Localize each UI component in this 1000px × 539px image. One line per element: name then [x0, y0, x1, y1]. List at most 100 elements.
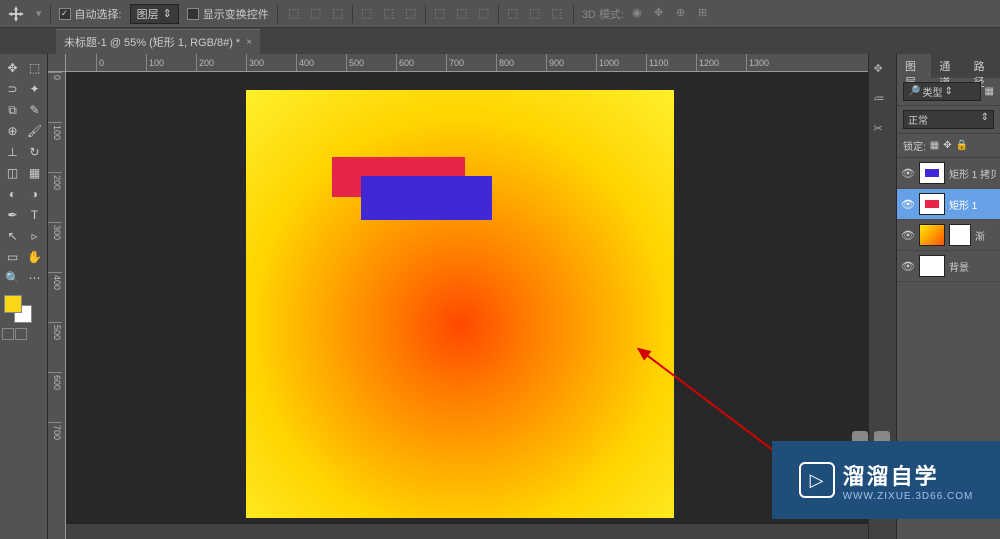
- color-picker[interactable]: [4, 295, 32, 323]
- hand-tool[interactable]: ✋: [24, 247, 45, 267]
- distribute-right-icon[interactable]: ⬚: [549, 5, 565, 21]
- stamp-tool[interactable]: ⊥: [2, 142, 23, 162]
- align-top-icon[interactable]: ⬚: [286, 5, 302, 21]
- direct-select-tool[interactable]: ▹: [24, 226, 45, 246]
- blur-tool[interactable]: ◐: [2, 184, 23, 204]
- move-tool[interactable]: ✥: [2, 58, 23, 78]
- auto-select-target-dropdown[interactable]: 图层 ⇕: [130, 4, 179, 24]
- align-left-icon[interactable]: ⬚: [359, 5, 375, 21]
- pen-tool[interactable]: ✒: [2, 205, 23, 225]
- visibility-toggle-icon[interactable]: 👁: [901, 167, 915, 180]
- show-transform-checkbox[interactable]: 显示变换控件: [187, 6, 269, 22]
- tab-layers[interactable]: 图层: [897, 54, 931, 78]
- 3d-orbit-icon[interactable]: ◉: [632, 6, 648, 22]
- adjustments-panel-icon[interactable]: ✂: [874, 122, 892, 140]
- visibility-toggle-icon[interactable]: 👁: [901, 198, 915, 211]
- horizontal-scrollbar[interactable]: [66, 523, 868, 539]
- layer-name[interactable]: 矩形 1 拷贝: [949, 166, 996, 181]
- blend-mode-dropdown[interactable]: 正常 ⇕: [903, 110, 994, 129]
- blue-rectangle[interactable]: [361, 176, 492, 220]
- auto-select-checkbox[interactable]: ✓ 自动选择:: [59, 6, 122, 22]
- type-tool[interactable]: T: [24, 205, 45, 225]
- tab-paths[interactable]: 路径: [966, 54, 1000, 78]
- tab-channels[interactable]: 通道: [931, 54, 965, 78]
- filter-pixel-icon[interactable]: ▦: [985, 86, 994, 97]
- edit-toolbar[interactable]: ⋯: [24, 268, 45, 288]
- layer-item[interactable]: 👁 渐: [897, 220, 1000, 251]
- eyedropper-tool[interactable]: ✎: [24, 100, 45, 120]
- layer-name[interactable]: 渐: [975, 228, 985, 243]
- ruler-tick: 700: [446, 54, 496, 71]
- ruler-tick: 0: [48, 72, 62, 122]
- layer-thumbnail[interactable]: [919, 224, 945, 246]
- horizontal-ruler[interactable]: 0100200300400500600700800900100011001200…: [66, 54, 868, 72]
- gradient-tool[interactable]: ▦: [24, 163, 45, 183]
- distribute-vcenter-icon[interactable]: ⬚: [454, 5, 470, 21]
- document-tab[interactable]: 未标题-1 @ 55% (矩形 1, RGB/8#) * ×: [56, 29, 260, 54]
- ruler-tick: 300: [246, 54, 296, 71]
- layer-name[interactable]: 背景: [949, 259, 969, 274]
- show-transform-label: 显示变换控件: [203, 6, 269, 22]
- document-tab-bar: 未标题-1 @ 55% (矩形 1, RGB/8#) * ×: [0, 28, 1000, 54]
- close-icon[interactable]: ×: [246, 37, 252, 48]
- watermark-title: 溜溜自学: [843, 459, 974, 491]
- lock-row: 锁定: ▦ ✥ 🔒: [897, 134, 1000, 158]
- vertical-ruler[interactable]: 0100200300400500600700: [48, 72, 66, 539]
- history-brush-tool[interactable]: ↻: [24, 142, 45, 162]
- layer-filter-dropdown[interactable]: 🔎 类型 ⇕: [903, 82, 981, 101]
- quickmask-icon[interactable]: [2, 328, 14, 340]
- three-d-mode-label: 3D 模式:: [582, 6, 624, 22]
- layer-name[interactable]: 矩形 1: [949, 197, 977, 212]
- ruler-tick: 900: [546, 54, 596, 71]
- dodge-tool[interactable]: ◑: [24, 184, 45, 204]
- align-right-icon[interactable]: ⬚: [403, 5, 419, 21]
- layer-item[interactable]: 👁 背景: [897, 251, 1000, 282]
- layer-thumbnail[interactable]: [919, 162, 945, 184]
- ruler-tick: 0: [96, 54, 146, 71]
- properties-panel-icon[interactable]: ≔: [874, 92, 892, 110]
- search-icon: 🔎: [908, 86, 920, 97]
- document-canvas[interactable]: [246, 90, 674, 518]
- visibility-toggle-icon[interactable]: 👁: [901, 229, 915, 242]
- ruler-tick: 1200: [696, 54, 746, 71]
- zoom-tool[interactable]: 🔍: [2, 268, 23, 288]
- layer-item[interactable]: 👁 矩形 1: [897, 189, 1000, 220]
- layer-item[interactable]: 👁 矩形 1 拷贝: [897, 158, 1000, 189]
- watermark-logo-icon: ▷: [799, 462, 835, 498]
- screenmode-icon[interactable]: [15, 328, 27, 340]
- distribute-bottom-icon[interactable]: ⬚: [476, 5, 492, 21]
- distribute-hcenter-icon[interactable]: ⬚: [527, 5, 543, 21]
- lock-all-icon[interactable]: 🔒: [956, 140, 968, 151]
- lock-position-icon[interactable]: ✥: [943, 140, 951, 151]
- visibility-toggle-icon[interactable]: 👁: [901, 260, 915, 273]
- toolbox: ✥ ⬚ ⊃ ✦ ⧉ ✎ ⊕ 🖌 ⊥ ↻ ◫ ▦ ◐ ◑ ✒ T: [0, 54, 48, 539]
- marquee-tool[interactable]: ⬚: [24, 58, 45, 78]
- dropdown-caret-icon: ⇕: [163, 7, 172, 20]
- path-select-tool[interactable]: ↖: [2, 226, 23, 246]
- layer-thumbnail[interactable]: [919, 193, 945, 215]
- distribute-top-icon[interactable]: ⬚: [432, 5, 448, 21]
- shape-tool[interactable]: ▭: [2, 247, 23, 267]
- align-vcenter-icon[interactable]: ⬚: [308, 5, 324, 21]
- magic-wand-tool[interactable]: ✦: [24, 79, 45, 99]
- align-hcenter-icon[interactable]: ⬚: [381, 5, 397, 21]
- ruler-origin[interactable]: [48, 54, 66, 72]
- 3d-scale-icon[interactable]: ⊞: [698, 6, 714, 22]
- distribute-left-icon[interactable]: ⬚: [505, 5, 521, 21]
- align-bottom-icon[interactable]: ⬚: [330, 5, 346, 21]
- lock-pixels-icon[interactable]: ▦: [930, 140, 939, 151]
- options-bar: ▾ ✓ 自动选择: 图层 ⇕ 显示变换控件 ⬚ ⬚ ⬚ ⬚ ⬚ ⬚ ⬚ ⬚ ⬚ …: [0, 0, 1000, 28]
- ruler-tick: 1300: [746, 54, 796, 71]
- foreground-color[interactable]: [4, 295, 22, 313]
- history-panel-icon[interactable]: ✥: [874, 62, 892, 80]
- layer-mask-thumbnail[interactable]: [949, 224, 971, 246]
- ruler-tick: 800: [496, 54, 546, 71]
- lasso-tool[interactable]: ⊃: [2, 79, 23, 99]
- eraser-tool[interactable]: ◫: [2, 163, 23, 183]
- healing-tool[interactable]: ⊕: [2, 121, 23, 141]
- brush-tool[interactable]: 🖌: [24, 121, 45, 141]
- layer-thumbnail[interactable]: [919, 255, 945, 277]
- 3d-slide-icon[interactable]: ⊕: [676, 6, 692, 22]
- 3d-pan-icon[interactable]: ✥: [654, 6, 670, 22]
- crop-tool[interactable]: ⧉: [2, 100, 23, 120]
